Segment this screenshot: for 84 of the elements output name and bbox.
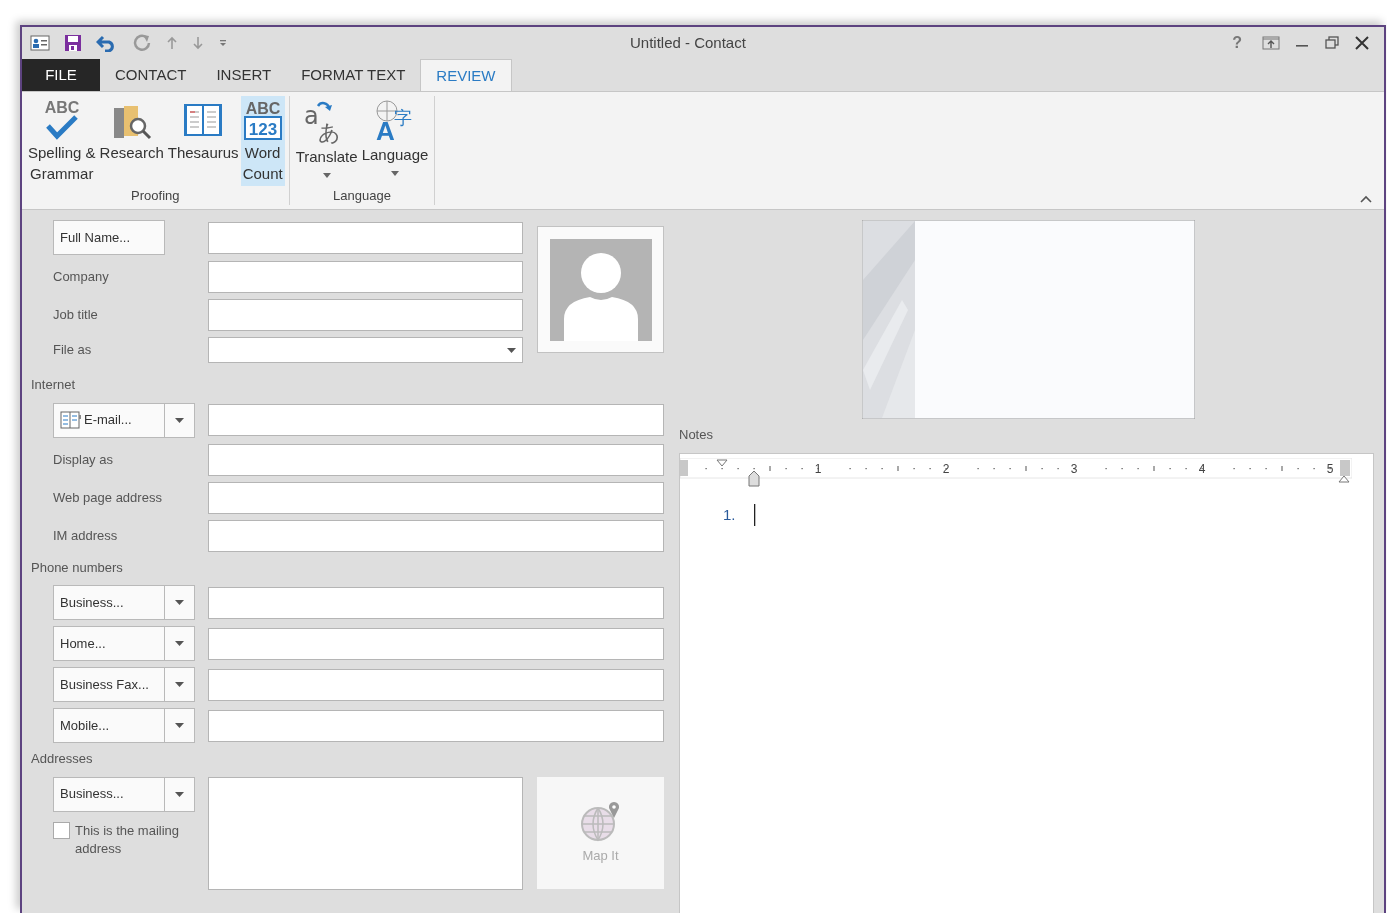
notes-area[interactable]: 1 2 3 4 5 1. xyxy=(679,452,1374,913)
input-field[interactable] xyxy=(208,221,523,254)
collapse-ribbon-icon[interactable] xyxy=(1360,195,1372,203)
dropdown-field[interactable] xyxy=(208,337,523,363)
contact-card-icon[interactable] xyxy=(30,35,50,51)
field-type-button[interactable]: E-mail... xyxy=(53,402,165,438)
down-arrow-icon[interactable] xyxy=(192,36,204,50)
close-icon[interactable] xyxy=(1354,36,1370,50)
input-field[interactable] xyxy=(208,481,664,514)
dropdown-arrow-icon xyxy=(175,791,184,797)
map-button: Map It xyxy=(537,776,664,889)
ribbon-tab[interactable]: REVIEW xyxy=(420,59,512,91)
input-field[interactable] xyxy=(208,627,664,660)
text-cursor xyxy=(753,503,756,526)
group-label: Proofing xyxy=(130,186,181,205)
input-field[interactable] xyxy=(208,261,523,293)
up-arrow-icon[interactable] xyxy=(166,36,178,50)
ribbon-tab[interactable]: INSERT xyxy=(201,59,287,91)
ribbon-button[interactable]: Research xyxy=(97,96,166,186)
ruler-number: 5 xyxy=(1326,461,1334,476)
ruler-number: 2 xyxy=(942,461,950,476)
dropdown-button[interactable] xyxy=(165,667,195,702)
dropdown-button[interactable] xyxy=(165,585,195,620)
field-type-button[interactable]: Mobile... xyxy=(53,708,165,743)
ribbon-display-icon[interactable] xyxy=(1262,36,1280,50)
ribbon-tab[interactable]: FORMAT TEXT xyxy=(286,59,421,91)
checkbox[interactable] xyxy=(53,821,70,839)
ribbon-button[interactable]: ABC 123 Word Count xyxy=(240,96,285,186)
field-label: Job title xyxy=(53,307,98,323)
dropdown-button[interactable] xyxy=(165,776,195,812)
section-heading: Phone numbers xyxy=(31,558,124,577)
checkbox-label: This is the mailing address xyxy=(75,821,181,858)
field-label: Web page address xyxy=(53,489,162,505)
field-label: IM address xyxy=(53,527,118,543)
field-label: Company xyxy=(53,269,109,285)
input-field[interactable] xyxy=(208,519,664,552)
contact-photo[interactable] xyxy=(537,226,664,353)
input-field[interactable] xyxy=(208,404,664,436)
file-tab[interactable]: FILE xyxy=(22,59,100,91)
ribbon-button[interactable]: ABC Spelling & Grammar xyxy=(26,96,98,186)
dropdown-arrow-icon xyxy=(175,723,184,728)
save-icon[interactable] xyxy=(64,34,82,52)
ribbon-tab[interactable]: CONTACT xyxy=(100,59,202,91)
field-type-button[interactable]: Business Fax... xyxy=(53,667,165,702)
dropdown-arrow-icon xyxy=(175,641,184,646)
input-field[interactable] xyxy=(208,299,523,331)
customize-icon[interactable] xyxy=(218,38,228,48)
list-number: 1. xyxy=(723,504,736,525)
person-silhouette-icon xyxy=(549,238,652,341)
notes-label: Notes xyxy=(679,426,714,444)
redo-icon[interactable] xyxy=(132,33,152,53)
section-heading: Internet xyxy=(31,376,77,394)
address-field[interactable] xyxy=(208,776,523,890)
input-field[interactable] xyxy=(208,709,664,742)
ruler-number: 3 xyxy=(1070,461,1078,476)
dropdown-button[interactable] xyxy=(165,402,195,438)
field-type-button[interactable]: Business... xyxy=(53,585,165,620)
ruler-number: 4 xyxy=(1198,461,1206,476)
field-type-button[interactable]: Business... xyxy=(53,776,165,812)
full-name-button[interactable]: Full Name... xyxy=(53,220,165,255)
field-label: File as xyxy=(53,342,92,358)
restore-icon[interactable] xyxy=(1324,36,1340,50)
dropdown-button[interactable] xyxy=(165,708,195,743)
ribbon-button[interactable]: Thesaurus xyxy=(165,96,241,186)
window-title: Untitled - Contact xyxy=(630,32,747,53)
indent-marker[interactable] xyxy=(716,459,728,466)
dropdown-button[interactable] xyxy=(165,626,195,661)
field-label: Display as xyxy=(53,451,113,467)
input-field[interactable] xyxy=(208,586,664,619)
input-field[interactable] xyxy=(208,443,664,476)
input-field[interactable] xyxy=(208,668,664,701)
ruler-number: 1 xyxy=(814,461,822,476)
dropdown-arrow-icon xyxy=(175,417,184,423)
section-heading: Addresses xyxy=(31,750,94,768)
indent-marker[interactable] xyxy=(748,470,760,486)
dropdown-arrow-icon xyxy=(175,682,184,687)
ribbon-button[interactable]: a あ Translate xyxy=(293,96,360,186)
field-type-button[interactable]: Home... xyxy=(53,626,165,661)
dropdown-arrow-icon xyxy=(507,347,516,353)
ruler-margin xyxy=(1340,459,1350,476)
group-label: Language xyxy=(332,186,392,205)
ruler-margin xyxy=(680,459,688,476)
globe-pin-icon xyxy=(579,799,622,842)
dropdown-arrow-icon xyxy=(175,600,184,605)
